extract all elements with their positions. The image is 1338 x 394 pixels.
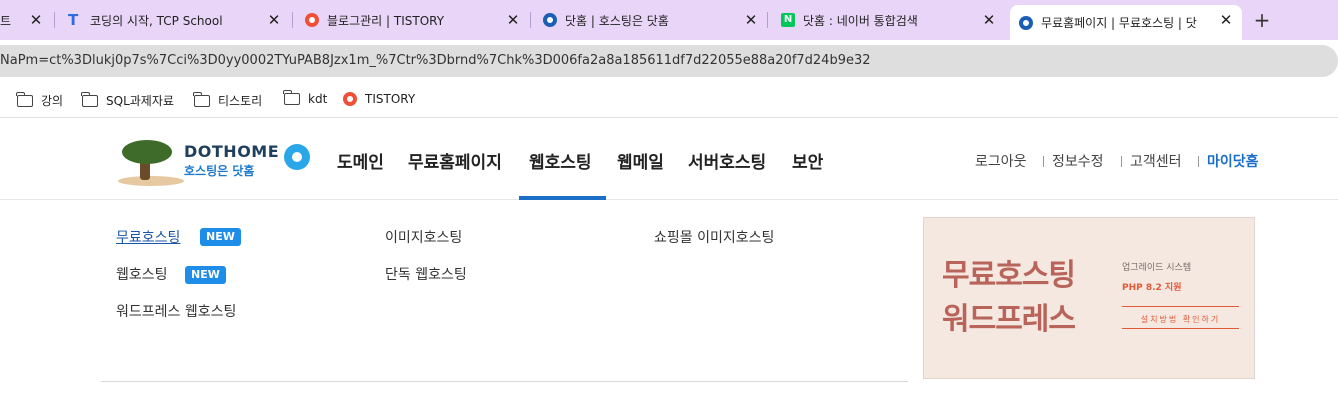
new-badge: NEW (185, 266, 226, 284)
nav-domain[interactable]: 도메인 (337, 148, 384, 173)
my-dothome-link[interactable]: 마이닷홈 (1207, 151, 1259, 171)
bookmark-label: TISTORY (365, 92, 416, 106)
nav-free-homepage[interactable]: 무료홈페이지 (408, 148, 502, 173)
bookmark-label: SQL과제자료 (106, 94, 174, 108)
folder-icon (283, 90, 300, 105)
tab-dothome[interactable]: 닷홈 | 호스팅은 닷홈 ✕ (543, 0, 765, 40)
site-header: DOTHOME 호스팅은 닷홈 도메인 무료홈페이지 웹호스팅 웹메일 서버호스… (0, 120, 1338, 200)
tab-close-icon[interactable]: ✕ (26, 10, 46, 30)
submenu-shop-image-hosting[interactable]: 쇼핑몰 이미지호스팅 (654, 227, 774, 247)
tab-title: 블로그관리 | TISTORY (327, 13, 445, 28)
tab-tistory[interactable]: 블로그관리 | TISTORY ✕ (305, 0, 527, 40)
banner-title-1: 무료호스팅 (942, 258, 1076, 293)
promo-banner[interactable]: 무료호스팅 워드프레스 업그레이드 시스템 PHP 8.2 지원 설치방법 확인… (923, 217, 1255, 379)
dothome-logo[interactable]: DOTHOME 호스팅은 닷홈 (116, 134, 312, 188)
folder-icon (16, 91, 33, 107)
submenu-wordpress-hosting[interactable]: 워드프레스 웹호스팅 (116, 301, 236, 321)
browser-tab-strip: 트 ✕ T 코딩의 시작, TCP School ✕ 블로그관리 | TISTO… (0, 0, 1338, 40)
logo-d-icon (284, 144, 310, 170)
bookmark-kdt[interactable]: kdt (283, 90, 328, 106)
util-separator (1198, 156, 1199, 167)
dothome-icon (1019, 15, 1033, 30)
bookmark-lecture[interactable]: 강의 (16, 91, 64, 109)
naver-icon: N (781, 13, 795, 27)
tab-naver[interactable]: N 닷홈 : 네이버 통합검색 ✕ (781, 0, 1003, 40)
tab-separator (292, 12, 293, 28)
util-separator (1121, 156, 1122, 167)
tab-title: 닷홈 : 네이버 통합검색 (803, 13, 918, 28)
bookmark-label: 강의 (41, 94, 64, 108)
folder-icon (81, 91, 98, 107)
tab-separator (767, 12, 768, 28)
util-separator (1043, 156, 1044, 167)
customer-center-link[interactable]: 고객센터 (1130, 151, 1182, 171)
logo-slogan: 호스팅은 닷홈 (184, 164, 255, 178)
url-field[interactable]: NaPm=ct%3Dlukj0p7s%7Cci%3D0yy0002TYuPAB8… (0, 45, 1338, 77)
logout-link[interactable]: 로그아웃 (975, 151, 1027, 171)
tab-close-icon[interactable]: ✕ (264, 10, 284, 30)
tistory-icon (343, 92, 357, 106)
new-tab-button[interactable]: + (1250, 8, 1274, 32)
logo-text: DOTHOME (184, 142, 280, 161)
tab-title: 무료홈페이지 | 무료호스팅 | 닷 (1041, 16, 1197, 30)
banner-line (1122, 306, 1239, 307)
address-bar: NaPm=ct%3Dlukj0p7s%7Cci%3D0yy0002TYuPAB8… (0, 40, 1338, 82)
nav-active-indicator (519, 196, 606, 200)
submenu-web-hosting[interactable]: 웹호스팅 (116, 264, 168, 284)
logo-tree-icon (122, 140, 172, 164)
bookmark-tistory-folder[interactable]: 티스토리 (193, 91, 263, 109)
banner-line (1122, 328, 1239, 329)
tab-active-dothome[interactable]: 무료홈페이지 | 무료호스팅 | 닷 ✕ (1010, 5, 1242, 40)
tab-close-icon[interactable]: ✕ (979, 10, 999, 30)
folder-icon (193, 91, 210, 107)
submenu-free-hosting[interactable]: 무료호스팅 (116, 227, 180, 247)
bookmark-tistory[interactable]: TISTORY (343, 92, 415, 106)
banner-php-text: PHP 8.2 지원 (1122, 283, 1182, 293)
banner-upgrade-text: 업그레이드 시스템 (1122, 263, 1192, 273)
tab-close-icon[interactable]: ✕ (741, 10, 761, 30)
submenu-divider (101, 381, 908, 382)
logo-tree-base (118, 176, 184, 186)
banner-title-2: 워드프레스 (942, 302, 1076, 337)
tab-close-icon[interactable]: ✕ (1216, 10, 1236, 30)
dothome-icon (543, 13, 557, 27)
tab-tcpschool[interactable]: T 코딩의 시작, TCP School ✕ (68, 0, 290, 40)
tistory-icon (305, 13, 319, 27)
tab-separator (530, 12, 531, 28)
nav-server-hosting[interactable]: 서버호스팅 (688, 148, 766, 173)
nav-security[interactable]: 보안 (792, 148, 823, 173)
submenu-dedicated-hosting[interactable]: 단독 웹호스팅 (385, 264, 467, 284)
edit-info-link[interactable]: 정보수정 (1052, 151, 1104, 171)
t-icon: T (68, 11, 79, 29)
dothome-site: DOTHOME 호스팅은 닷홈 도메인 무료홈페이지 웹호스팅 웹메일 서버호스… (0, 120, 1338, 394)
bookmark-label: 티스토리 (218, 94, 263, 108)
tab-title: 트 (0, 13, 12, 28)
tab-title: 닷홈 | 호스팅은 닷홈 (565, 13, 669, 28)
nav-webmail[interactable]: 웹메일 (617, 148, 664, 173)
banner-install-link[interactable]: 설치방법 확인하기 (1122, 314, 1239, 325)
bookmarks-bar: 강의 SQL과제자료 티스토리 kdt TISTORY (0, 82, 1338, 118)
nav-web-hosting[interactable]: 웹호스팅 (529, 148, 592, 173)
tab-separator (54, 12, 55, 28)
bookmark-label: kdt (308, 92, 328, 106)
submenu-image-hosting[interactable]: 이미지호스팅 (385, 227, 462, 247)
tab-title: 코딩의 시작, TCP School (90, 13, 223, 28)
bookmark-sql[interactable]: SQL과제자료 (81, 91, 174, 109)
new-badge: NEW (200, 228, 241, 246)
tab-partial[interactable]: 트 ✕ (0, 0, 50, 40)
tab-close-icon[interactable]: ✕ (503, 10, 523, 30)
